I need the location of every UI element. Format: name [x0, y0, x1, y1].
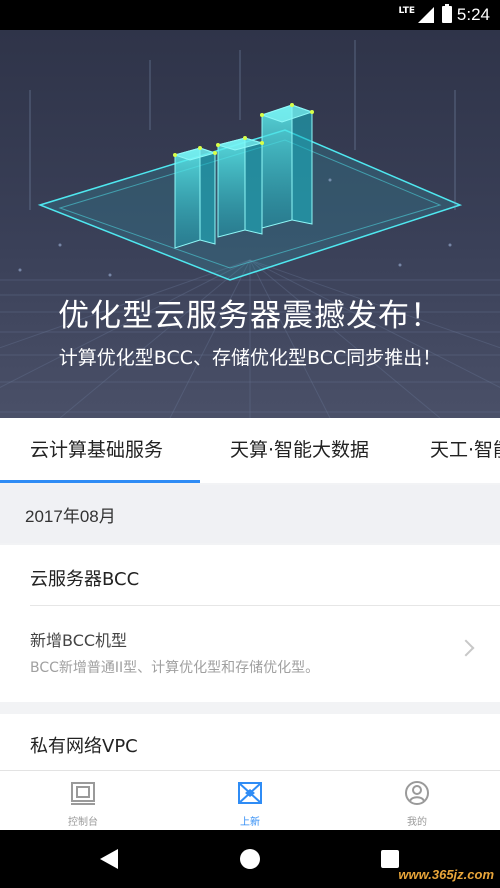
news-item-description: BCC新增普通II型、计算优化型和存储优化型。: [30, 660, 320, 676]
month-header: 2017年08月: [0, 485, 500, 543]
network-type: LTE: [398, 6, 415, 16]
back-icon[interactable]: [100, 849, 118, 869]
whats-new-icon: [238, 782, 262, 804]
nav-label: 控制台: [68, 817, 98, 828]
card-title: 云服务器BCC: [30, 569, 140, 590]
bottom-nav: 控制台 上新 我的: [0, 770, 500, 830]
divider: [30, 605, 500, 606]
category-tabs: 云计算基础服务 天算·智能大数据 天工·智能: [0, 418, 500, 483]
nav-console[interactable]: 控制台: [0, 771, 166, 831]
watermark: www.365jz.com: [398, 867, 494, 882]
promo-banner[interactable]: 优化型云服务器震撼发布！ 计算优化型BCC、存储优化型BCC同步推出！: [0, 30, 500, 418]
nav-label: 上新: [240, 817, 260, 828]
month-label: 2017年08月: [25, 507, 116, 526]
chevron-right-icon: [457, 639, 475, 657]
nav-whats-new[interactable]: 上新: [167, 771, 333, 831]
recent-apps-icon[interactable]: [381, 850, 399, 868]
home-icon[interactable]: [240, 849, 260, 869]
system-nav-bar: www.365jz.com: [0, 830, 500, 888]
tab-indicator: [0, 480, 200, 483]
console-icon: [71, 782, 95, 805]
tab-tiangong-ai[interactable]: 天工·智能: [430, 418, 500, 483]
status-bar: LTE 5:24: [0, 0, 500, 30]
banner-headline: 优化型云服务器震撼发布！: [58, 298, 442, 334]
battery-icon: [442, 4, 452, 23]
nav-profile[interactable]: 我的: [334, 771, 500, 831]
clock: 5:24: [456, 5, 490, 24]
tab-cloud-basics[interactable]: 云计算基础服务: [30, 418, 163, 483]
banner-subline: 计算优化型BCC、存储优化型BCC同步推出！: [58, 347, 442, 369]
product-card-vpc[interactable]: 私有网络VPC: [0, 714, 500, 770]
signal-icon: [418, 7, 434, 23]
tab-tiansuan-bigdata[interactable]: 天算·智能大数据: [230, 418, 369, 483]
product-card-bcc: 云服务器BCC 新增BCC机型 BCC新增普通II型、计算优化型和存储优化型。: [0, 545, 500, 702]
nav-label: 我的: [407, 817, 427, 828]
card-title: 私有网络VPC: [30, 736, 138, 757]
profile-icon: [405, 781, 429, 805]
news-item-title: 新增BCC机型: [30, 631, 128, 650]
